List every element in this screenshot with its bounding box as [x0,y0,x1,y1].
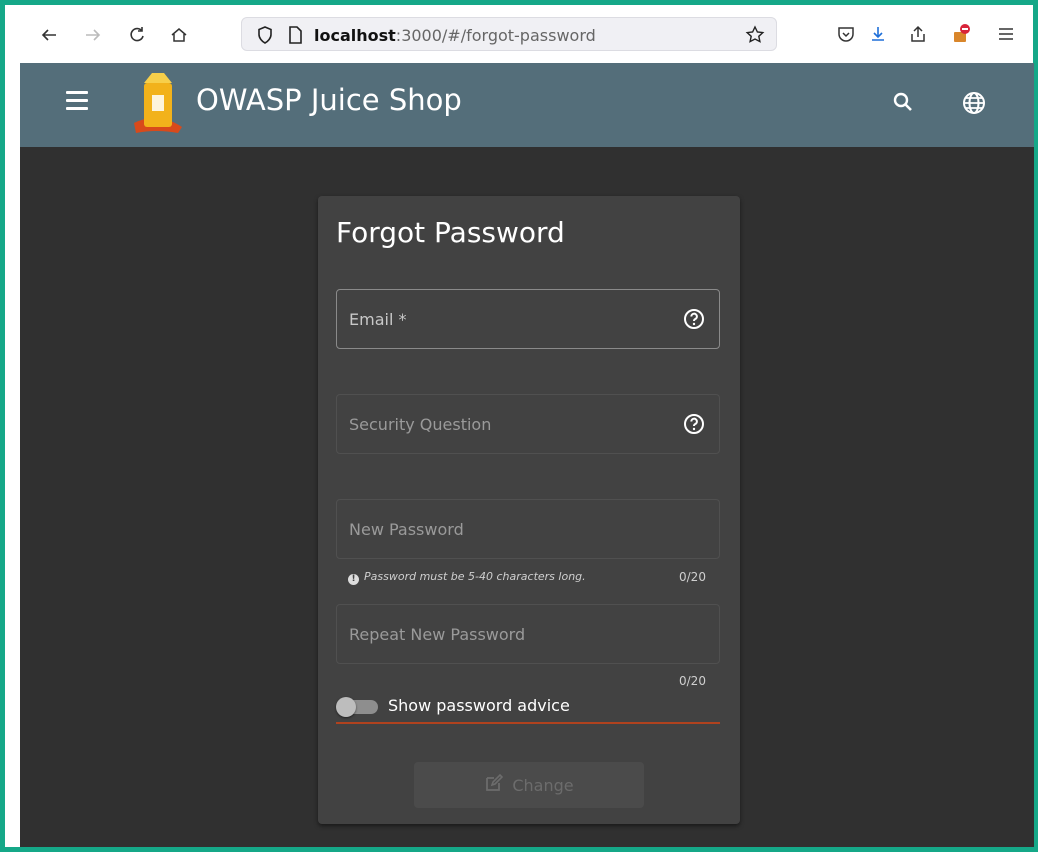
page-icon [284,24,306,46]
bookmark-star-icon[interactable] [744,24,766,46]
repeat-password-counter: 0/20 [679,674,706,688]
forward-icon[interactable] [79,21,107,49]
app-toolbar: OWASP Juice Shop [20,63,1034,147]
new-password-label: New Password [349,520,464,539]
password-hint-text: Password must be 5-40 characters long. [364,570,586,583]
reload-icon[interactable] [123,21,151,49]
forgot-password-card: Forgot Password Email * Security Questio… [318,196,740,824]
show-password-advice-label[interactable]: Show password advice [388,696,570,715]
home-icon[interactable] [165,21,193,49]
shield-icon[interactable] [254,24,276,46]
email-field[interactable]: Email * [336,289,720,349]
juice-shop-logo[interactable] [130,71,186,135]
help-icon[interactable] [683,308,705,330]
accent-underline [336,722,720,724]
share-icon[interactable] [905,21,931,47]
password-advice-toggle[interactable] [336,697,378,717]
app-title[interactable]: OWASP Juice Shop [196,83,462,117]
repeat-password-field[interactable]: Repeat New Password [336,604,720,664]
new-password-counter: 0/20 [679,570,706,584]
search-icon[interactable] [890,89,916,115]
change-button-label: Change [512,775,574,795]
security-question-label: Security Question [349,415,492,434]
help-icon[interactable] [683,413,705,435]
back-icon[interactable] [35,21,63,49]
app-menu-icon[interactable] [993,21,1019,47]
url-path: :3000/#/forgot-password [395,26,596,45]
change-password-button[interactable]: Change [414,762,644,808]
address-bar[interactable]: localhost:3000/#/forgot-password [241,17,777,51]
password-length-hint: ! Password must be 5-40 characters long. [348,570,586,585]
browser-toolbar: localhost:3000/#/forgot-password [5,5,1033,63]
language-globe-icon[interactable] [960,89,988,117]
edit-icon [484,773,504,797]
security-question-field[interactable]: Security Question [336,394,720,454]
hamburger-menu-icon[interactable] [66,91,88,110]
email-label: Email * [349,310,407,329]
pocket-icon[interactable] [833,21,859,47]
info-icon: ! [348,574,359,585]
url-host: localhost [314,26,396,45]
page-title: Forgot Password [336,216,565,249]
download-icon[interactable] [865,21,891,47]
extension-icon[interactable] [949,21,975,47]
toggle-thumb [336,697,356,717]
new-password-field[interactable]: New Password [336,499,720,559]
url-text: localhost:3000/#/forgot-password [314,26,596,45]
repeat-password-label: Repeat New Password [349,625,526,644]
